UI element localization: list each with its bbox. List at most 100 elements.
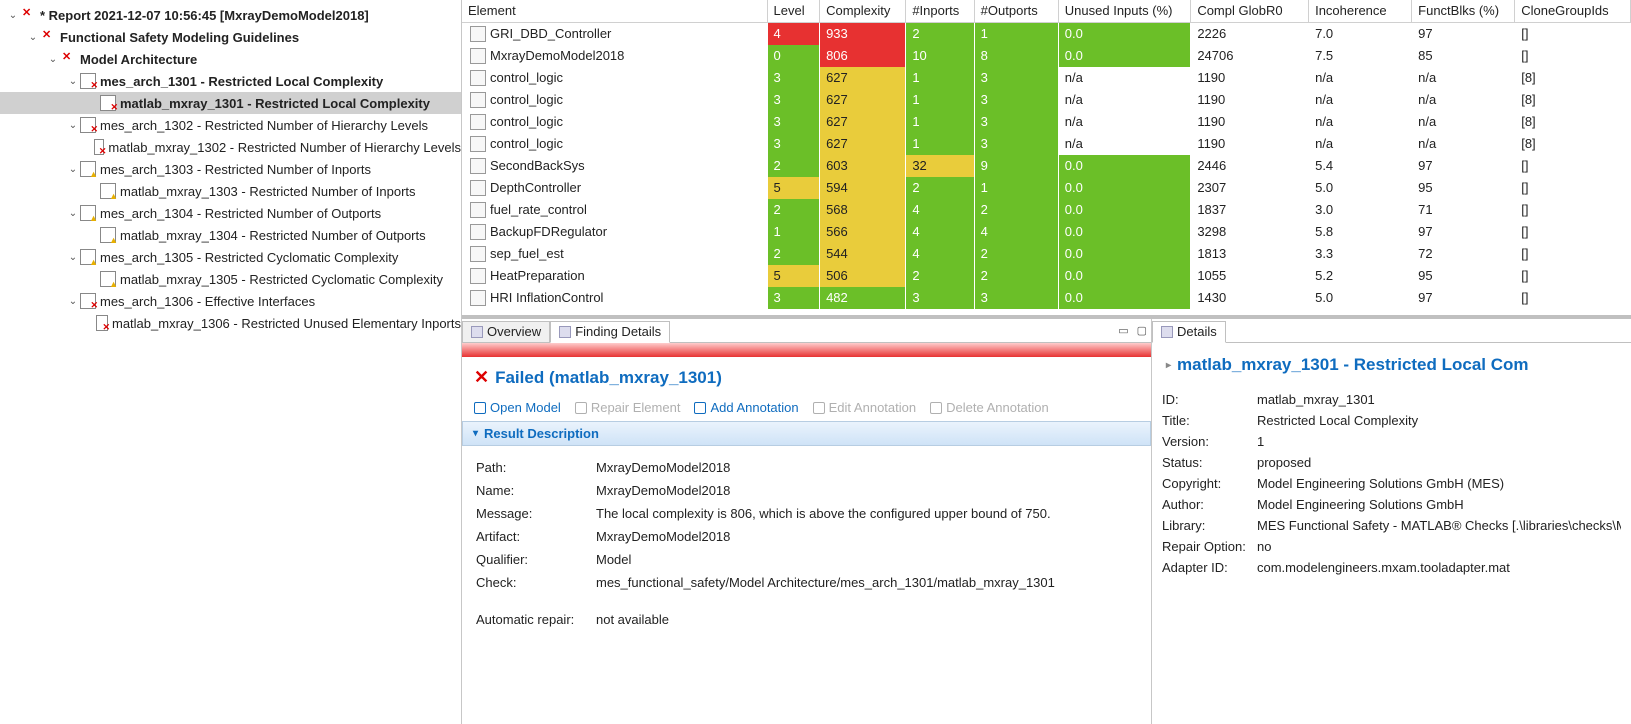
column-header[interactable]: FunctBlks (%) [1412, 0, 1515, 22]
column-header[interactable]: Element [462, 0, 767, 22]
tree-item[interactable]: ⌄Model Architecture [0, 48, 461, 70]
tree-item-label: matlab_mxray_1305 - Restricted Cyclomati… [120, 272, 443, 287]
cell-globr0: 1813 [1191, 243, 1309, 265]
value-author: Model Engineering Solutions GmbH [1257, 497, 1621, 512]
tree-item[interactable]: matlab_mxray_1302 - Restricted Number of… [0, 136, 461, 158]
cell-outports: 2 [974, 243, 1058, 265]
cell-level: 2 [767, 155, 820, 177]
cell-unused: n/a [1058, 111, 1191, 133]
tab-overview[interactable]: Overview [462, 321, 550, 343]
cell-incoherence: 5.0 [1309, 177, 1412, 199]
cell-unused: 0.0 [1058, 221, 1191, 243]
cell-clonegroups: [] [1515, 199, 1631, 221]
metrics-table-header[interactable]: ElementLevelComplexity#Inports#OutportsU… [462, 0, 1631, 22]
tree-item[interactable]: ⌄mes_arch_1306 - Effective Interfaces [0, 290, 461, 312]
add-annotation-button[interactable]: Add Annotation [694, 400, 798, 415]
table-row[interactable]: BackupFDRegulator1566440.032985.897[] [462, 221, 1631, 243]
cell-inports: 1 [906, 133, 974, 155]
cell-level: 3 [767, 287, 820, 309]
table-row[interactable]: GRI_DBD_Controller4933210.022267.097[] [462, 23, 1631, 45]
tree-twisty-icon[interactable]: ⌄ [6, 10, 20, 21]
label-copyright: Copyright: [1162, 476, 1257, 491]
tree-status-icon [100, 271, 116, 287]
tree-twisty-icon[interactable]: ⌄ [46, 54, 60, 65]
maximize-icon[interactable]: ▢ [1133, 324, 1151, 337]
cell-level: 5 [767, 177, 820, 199]
tree-twisty-icon[interactable]: ⌄ [66, 252, 80, 263]
cell-level: 5 [767, 265, 820, 287]
metrics-table-scroll[interactable]: GRI_DBD_Controller4933210.022267.097[]Mx… [462, 23, 1631, 316]
tree-item[interactable]: ⌄mes_arch_1305 - Restricted Cyclomatic C… [0, 246, 461, 268]
cell-element: DepthController [462, 177, 767, 199]
tree-item[interactable]: ⌄mes_arch_1303 - Restricted Number of In… [0, 158, 461, 180]
table-row[interactable]: DepthController5594210.023075.095[] [462, 177, 1631, 199]
table-row[interactable]: control_logic362713n/a1190n/an/a[8] [462, 133, 1631, 155]
tree-item-label: matlab_mxray_1302 - Restricted Number of… [108, 140, 461, 155]
tree-item[interactable]: ⌄mes_arch_1301 - Restricted Local Comple… [0, 70, 461, 92]
details-icon [1161, 326, 1173, 338]
tree-item[interactable]: matlab_mxray_1301 - Restricted Local Com… [0, 92, 461, 114]
tree-item[interactable]: ⌄* Report 2021-12-07 10:56:45 [MxrayDemo… [0, 4, 461, 26]
tree-twisty-icon[interactable]: ⌄ [66, 296, 80, 307]
cell-level: 3 [767, 89, 820, 111]
tree-item-label: matlab_mxray_1306 - Restricted Unused El… [112, 316, 461, 331]
table-row[interactable]: SecondBackSys26033290.024465.497[] [462, 155, 1631, 177]
repair-element-label: Repair Element [591, 400, 681, 415]
navigation-tree[interactable]: ⌄* Report 2021-12-07 10:56:45 [MxrayDemo… [0, 0, 461, 338]
tab-finding-details[interactable]: Finding Details [550, 321, 670, 343]
cell-unused: n/a [1058, 89, 1191, 111]
tree-item[interactable]: ⌄mes_arch_1304 - Restricted Number of Ou… [0, 202, 461, 224]
cell-inports: 1 [906, 89, 974, 111]
metrics-table-body[interactable]: GRI_DBD_Controller4933210.022267.097[]Mx… [462, 23, 1631, 309]
cell-incoherence: 7.0 [1309, 23, 1412, 45]
tree-item[interactable]: matlab_mxray_1304 - Restricted Number of… [0, 224, 461, 246]
table-row[interactable]: control_logic362713n/a1190n/an/a[8] [462, 111, 1631, 133]
tree-item[interactable]: ⌄mes_arch_1302 - Restricted Number of Hi… [0, 114, 461, 136]
column-header[interactable]: Complexity [820, 0, 906, 22]
cell-inports: 32 [906, 155, 974, 177]
tree-twisty-icon[interactable]: ⌄ [66, 120, 80, 131]
tree-item[interactable]: matlab_mxray_1303 - Restricted Number of… [0, 180, 461, 202]
metrics-table-panel: ElementLevelComplexity#Inports#OutportsU… [462, 0, 1631, 319]
add-annotation-label: Add Annotation [710, 400, 798, 415]
tree-item[interactable]: matlab_mxray_1305 - Restricted Cyclomati… [0, 268, 461, 290]
tree-status-icon [20, 7, 36, 23]
tree-item[interactable]: matlab_mxray_1306 - Restricted Unused El… [0, 312, 461, 334]
tab-details[interactable]: Details [1152, 321, 1226, 343]
tree-item[interactable]: ⌄ Functional Safety Modeling Guidelines [0, 26, 461, 48]
column-header[interactable]: CloneGroupIds [1515, 0, 1631, 22]
table-row[interactable]: MxrayDemoModel201808061080.0247067.585[] [462, 45, 1631, 67]
column-header[interactable]: Unused Inputs (%) [1058, 0, 1191, 22]
cell-inports: 4 [906, 199, 974, 221]
wrench-icon [575, 402, 587, 414]
cell-outports: 3 [974, 89, 1058, 111]
cell-outports: 9 [974, 155, 1058, 177]
table-row[interactable]: control_logic362713n/a1190n/an/a[8] [462, 89, 1631, 111]
cell-unused: n/a [1058, 67, 1191, 89]
value-message: The local complexity is 806, which is ab… [596, 506, 1137, 521]
cell-unused: 0.0 [1058, 45, 1191, 67]
column-header[interactable]: Level [767, 0, 820, 22]
column-header[interactable]: #Outports [974, 0, 1058, 22]
tree-twisty-icon[interactable]: ⌄ [26, 32, 40, 43]
tree-twisty-icon[interactable]: ⌄ [66, 76, 80, 87]
column-header[interactable]: Compl GlobR0 [1191, 0, 1309, 22]
chevron-right-icon[interactable]: ▸ [1166, 360, 1171, 371]
value-copyright: Model Engineering Solutions GmbH (MES) [1257, 476, 1621, 491]
cell-complexity: 627 [820, 111, 906, 133]
result-description-header[interactable]: ▾Result Description [462, 421, 1151, 446]
tree-status-icon [100, 183, 116, 199]
table-row[interactable]: sep_fuel_est2544420.018133.372[] [462, 243, 1631, 265]
minimize-icon[interactable]: ▭ [1114, 324, 1132, 337]
tree-item-label: Functional Safety Modeling Guidelines [60, 30, 299, 45]
table-row[interactable]: HRI InflationControl3482330.014305.097[] [462, 287, 1631, 309]
tree-status-icon [94, 139, 104, 155]
table-row[interactable]: fuel_rate_control2568420.018373.071[] [462, 199, 1631, 221]
column-header[interactable]: #Inports [906, 0, 974, 22]
tree-twisty-icon[interactable]: ⌄ [66, 208, 80, 219]
tree-twisty-icon[interactable]: ⌄ [66, 164, 80, 175]
table-row[interactable]: control_logic362713n/a1190n/an/a[8] [462, 67, 1631, 89]
open-model-button[interactable]: Open Model [474, 400, 561, 415]
table-row[interactable]: HeatPreparation5506220.010555.295[] [462, 265, 1631, 287]
column-header[interactable]: Incoherence [1309, 0, 1412, 22]
